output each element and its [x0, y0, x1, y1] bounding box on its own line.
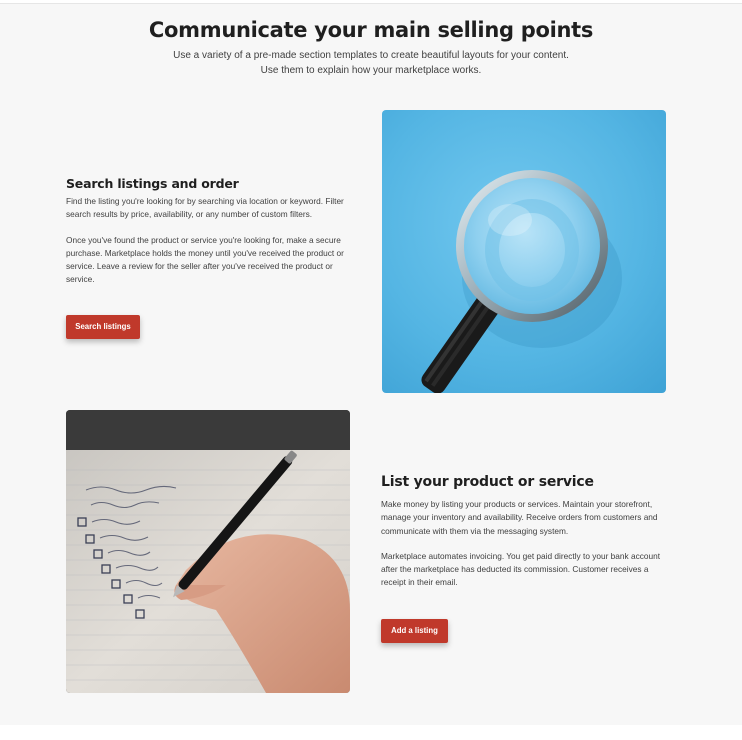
block-paragraph: Find the listing you're looking for by s… — [66, 196, 344, 220]
block-title-list-product: List your product or service — [381, 474, 594, 490]
checklist-image — [66, 410, 350, 693]
block-paragraph: Once you've found the product or service… — [66, 234, 344, 285]
add-listing-button[interactable]: Add a listing — [381, 619, 448, 643]
magnifying-glass-icon — [382, 110, 666, 393]
selling-points-section: Communicate your main selling points Use… — [0, 3, 742, 725]
checklist-icon — [66, 410, 350, 693]
block-title-search-listings: Search listings and order — [66, 176, 239, 191]
add-listing-block: List your product or service Make money … — [381, 474, 666, 590]
section-subheading: Use a variety of a pre-made section temp… — [173, 50, 569, 76]
block-paragraph: Marketplace automates invoicing. You get… — [381, 550, 661, 588]
section-heading: Communicate your main selling points — [148, 18, 594, 42]
block-paragraph: Make money by listing your products or s… — [381, 499, 658, 536]
page: Communicate your main selling points Use… — [0, 0, 742, 740]
search-listings-block: Search listings and order Find the listi… — [66, 176, 356, 287]
magnifying-glass-image — [382, 110, 666, 393]
search-listings-button[interactable]: Search listings — [66, 315, 140, 339]
